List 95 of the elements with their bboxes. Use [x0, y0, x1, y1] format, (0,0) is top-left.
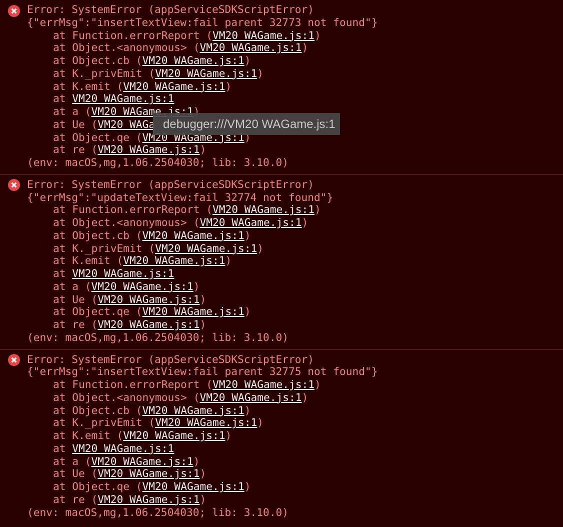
- paren: ): [314, 204, 321, 216]
- stack-frame: at Object.cb (: [53, 230, 142, 242]
- source-link[interactable]: VM20 WAGame.js:1: [142, 55, 244, 67]
- error-icon: [8, 4, 20, 16]
- stack-frame: at Ue (: [53, 294, 98, 306]
- stack-frame: at a (: [53, 456, 92, 468]
- source-link[interactable]: VM20 WAGame.js:1: [142, 481, 244, 493]
- stack-frame: at K._privEmit (: [53, 68, 156, 80]
- stack-frame: at Object.cb (: [53, 404, 142, 416]
- paren: ): [302, 217, 308, 229]
- error-detail: {"errMsg":"insertTextView:fail parent 32773 not found"}: [27, 16, 378, 29]
- source-link[interactable]: VM20 WAGame.js:1: [123, 255, 226, 268]
- stack-frame: at K.emit (: [53, 255, 124, 268]
- paren: ): [200, 494, 206, 506]
- paren: ): [314, 379, 321, 391]
- environment-info: (env: macOS,mg,1.06.2504030; lib: 3.10.0): [27, 157, 288, 169]
- source-link[interactable]: VM20 WAGame.js:1: [91, 456, 194, 468]
- error-title: Error: SystemError (appServiceSDKScriptError): [27, 4, 314, 16]
- stack-frame: at K._privEmit (: [53, 242, 156, 254]
- stack-frame: at a (: [53, 106, 92, 118]
- paren: ): [244, 404, 251, 416]
- environment-info: (env: macOS,mg,1.06.2504030; lib: 3.10.0): [27, 332, 288, 344]
- paren: ): [244, 306, 251, 318]
- stack-frame: at Object.<anonymous> (: [53, 42, 200, 54]
- source-link[interactable]: VM20 WAGame.js:1: [72, 268, 174, 280]
- error-icon: [8, 354, 20, 366]
- paren: ): [257, 417, 264, 430]
- stack-frame: at Function.errorReport (: [53, 204, 212, 216]
- stack-frame: at Object.qe (: [53, 481, 142, 493]
- paren: ): [200, 144, 206, 156]
- source-link[interactable]: VM20 WAGame.js:1: [155, 242, 258, 254]
- stack-frame: at re (: [53, 144, 98, 156]
- paren: ): [200, 319, 206, 331]
- stack-frame: at Ue (: [53, 468, 98, 480]
- paren: ): [244, 230, 251, 242]
- stack-frame: at: [53, 93, 72, 106]
- source-link[interactable]: VM20 WAGa: [98, 118, 156, 131]
- paren: ): [225, 80, 232, 92]
- stack-frame: at K.emit (: [53, 80, 124, 92]
- error-title: Error: SystemError (appServiceSDKScriptError): [27, 354, 314, 366]
- stack-frame: at Object.qe (: [53, 132, 142, 144]
- source-link[interactable]: VM20 WAGame.js:1: [212, 30, 315, 42]
- stack-frame: at: [53, 442, 72, 455]
- paren: ): [193, 280, 200, 293]
- source-link[interactable]: VM20 WAGame.js:1: [123, 430, 226, 442]
- stack-frame: at Object.cb (: [53, 55, 142, 67]
- source-link[interactable]: VM20 WAGame.js:1: [98, 144, 200, 156]
- stack-frame: at Object.qe (: [53, 306, 142, 318]
- source-link[interactable]: VM20 WAGame.js:1: [98, 494, 200, 506]
- source-link[interactable]: VM20 WAGame.js:1: [200, 392, 302, 404]
- stack-frame: at re (: [53, 319, 98, 331]
- paren: ): [225, 430, 232, 442]
- source-link[interactable]: VM20 WAGame.js:1: [212, 204, 315, 216]
- stack-frame: at Function.errorReport (: [53, 30, 212, 42]
- error-detail: {"errMsg":"updateTextView:fail 32774 not found"}: [27, 192, 334, 204]
- source-link[interactable]: VM20 WAGame.js:1: [98, 468, 200, 480]
- paren: ): [193, 456, 200, 468]
- stack-frame: at re (: [53, 494, 98, 506]
- source-link[interactable]: VM20 WAGame.js:1: [72, 442, 174, 455]
- error-title: Error: SystemError (appServiceSDKScriptError): [27, 178, 314, 191]
- source-link[interactable]: VM20 WAGame.js:1: [200, 217, 302, 229]
- source-link[interactable]: VM20 WAGame.js:1: [155, 417, 258, 430]
- paren: ): [225, 255, 232, 268]
- tooltip: debugger:///VM20 WAGame.js:1: [153, 113, 340, 135]
- paren: ): [314, 30, 321, 42]
- source-link[interactable]: VM20 WAGame.js:1: [123, 80, 226, 92]
- stack-frame: at Object.<anonymous> (: [53, 392, 200, 404]
- source-link[interactable]: VM20 WAGame.js:1: [142, 230, 244, 242]
- source-link[interactable]: VM20 WAGame.js:1: [212, 379, 315, 391]
- stack-frame: at Ue (: [53, 118, 98, 131]
- source-link[interactable]: VM20 WAGame.js:1: [98, 294, 200, 306]
- source-link[interactable]: VM20 WAGame.js:1: [142, 306, 244, 318]
- stack-frame: at K.emit (: [53, 430, 124, 442]
- paren: ): [200, 468, 206, 480]
- environment-info: (env: macOS,mg,1.06.2504030; lib: 3.10.0): [27, 506, 288, 518]
- paren: ): [244, 481, 251, 493]
- source-link[interactable]: VM20 WAGame.js:1: [98, 319, 200, 331]
- paren: ): [302, 392, 308, 404]
- source-link[interactable]: VM20 WAGame.js:1: [91, 280, 194, 293]
- error-icon: [8, 179, 20, 192]
- source-link[interactable]: VM20 WAGame.js:1: [72, 93, 174, 106]
- paren: ): [200, 294, 206, 306]
- paren: ): [257, 242, 264, 254]
- source-link[interactable]: VM20 WAGame.js:1: [142, 404, 244, 416]
- source-link[interactable]: VM20 WAGame.js:1: [200, 42, 302, 54]
- stack-frame: at Object.<anonymous> (: [53, 217, 200, 229]
- paren: ): [302, 42, 308, 54]
- error-detail: {"errMsg":"insertTextView:fail parent 32775 not found"}: [27, 366, 378, 378]
- stack-frame: at a (: [53, 280, 92, 293]
- stack-frame: at K._privEmit (: [53, 417, 156, 430]
- paren: ): [244, 55, 251, 67]
- paren: ): [257, 68, 264, 80]
- stack-frame: at: [53, 268, 72, 280]
- stack-frame: at Function.errorReport (: [53, 379, 212, 391]
- source-link[interactable]: VM20 WAGame.js:1: [155, 68, 258, 80]
